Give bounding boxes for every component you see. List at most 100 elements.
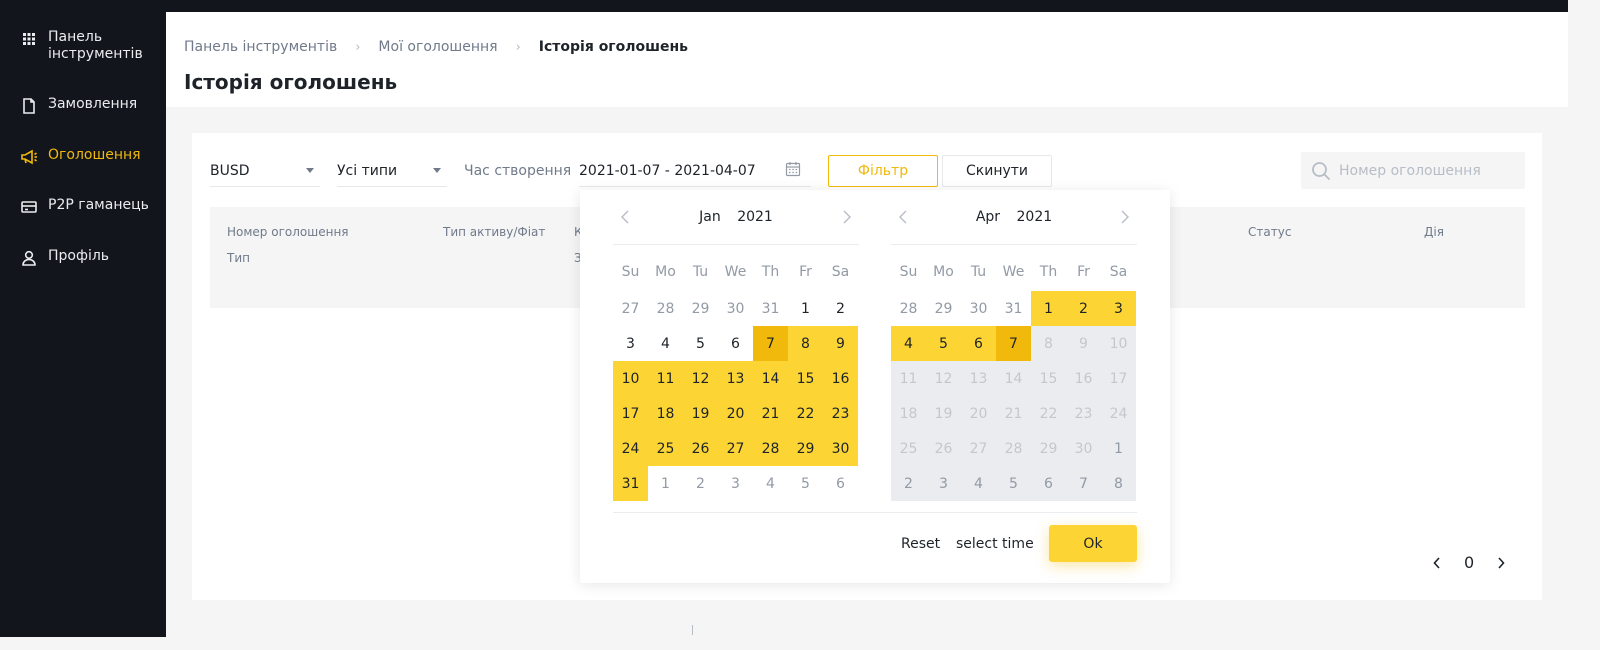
next-month-icon[interactable] bbox=[837, 204, 857, 230]
calendar-day[interactable]: 5 bbox=[683, 326, 718, 361]
calendar-day[interactable]: 1 bbox=[788, 291, 823, 326]
calendar-day[interactable]: 17 bbox=[613, 396, 648, 431]
breadcrumb-dashboard[interactable]: Панель інструментів bbox=[184, 39, 337, 55]
prev-page-icon[interactable] bbox=[1430, 556, 1444, 569]
calendar-day[interactable]: 21 bbox=[753, 396, 788, 431]
search-input[interactable] bbox=[1339, 162, 1509, 179]
calendar-day[interactable]: 5 bbox=[788, 466, 823, 501]
calendar-day[interactable]: 29 bbox=[683, 291, 718, 326]
calendar-day[interactable]: 2 bbox=[1066, 291, 1101, 326]
calendar-day[interactable]: 28 bbox=[648, 291, 683, 326]
select-time-button[interactable]: select time bbox=[956, 536, 1034, 552]
calendar-right-header: Apr 2021 bbox=[891, 204, 1137, 230]
sidebar-item-label: Замовлення bbox=[48, 96, 138, 112]
breadcrumb-my-ads[interactable]: Мої оголошення bbox=[378, 39, 497, 55]
calendar-day[interactable]: 3 bbox=[613, 326, 648, 361]
chevron-right-icon: › bbox=[515, 39, 521, 55]
calendar-day: 23 bbox=[1066, 396, 1101, 431]
calendar-day[interactable]: 15 bbox=[788, 361, 823, 396]
calendar-day[interactable]: 30 bbox=[961, 291, 996, 326]
calendar-day[interactable]: 12 bbox=[683, 361, 718, 396]
sidebar-item-orders[interactable]: Замовлення bbox=[20, 96, 137, 115]
page-header: Панель інструментів › Мої оголошення › І… bbox=[166, 12, 1568, 107]
calendar-day[interactable]: 29 bbox=[788, 431, 823, 466]
calendar-day[interactable]: 26 bbox=[683, 431, 718, 466]
calendar-day[interactable]: 3 bbox=[718, 466, 753, 501]
calendar-day: 24 bbox=[1101, 396, 1136, 431]
calendar-day[interactable]: 9 bbox=[823, 326, 858, 361]
calendar-day[interactable]: 6 bbox=[823, 466, 858, 501]
type-select[interactable]: Усі типи bbox=[337, 155, 447, 187]
calendar-day[interactable]: 14 bbox=[753, 361, 788, 396]
calendar-day[interactable]: 10 bbox=[613, 361, 648, 396]
calendar-day[interactable]: 11 bbox=[648, 361, 683, 396]
asset-select[interactable]: BUSD bbox=[210, 155, 320, 187]
date-range-picker: Jan 2021 Su Mo Tu We Th Fr Sa 27 28 29 30 31… bbox=[580, 190, 1170, 583]
date-range-input[interactable]: 2021-01-07 - 2021-04-07 bbox=[579, 155, 811, 187]
calendar-day[interactable]: 3 bbox=[1101, 291, 1136, 326]
calendar-day[interactable]: 5 bbox=[926, 326, 961, 361]
calendar-day[interactable]: 29 bbox=[926, 291, 961, 326]
chevron-right-icon: › bbox=[355, 39, 361, 55]
calendar-left-year[interactable]: 2021 bbox=[737, 209, 773, 225]
calendar-day[interactable]: 30 bbox=[718, 291, 753, 326]
calendar-day[interactable]: 7 bbox=[996, 326, 1031, 361]
calendar-day[interactable]: 23 bbox=[823, 396, 858, 431]
sidebar-item-p2p-wallet[interactable]: P2P гаманець bbox=[20, 197, 149, 216]
ok-button[interactable]: Ok bbox=[1049, 525, 1137, 562]
sidebar-item-profile[interactable]: Профіль bbox=[20, 248, 109, 267]
calendar-right-month[interactable]: Apr bbox=[976, 209, 1000, 225]
calendar-day[interactable]: 18 bbox=[648, 396, 683, 431]
reset-filters-button[interactable]: Скинути bbox=[942, 155, 1052, 187]
calendar-day[interactable]: 13 bbox=[718, 361, 753, 396]
calendar-day: 5 bbox=[996, 466, 1031, 501]
calendar-day[interactable]: 6 bbox=[961, 326, 996, 361]
picker-reset-button[interactable]: Reset bbox=[901, 536, 940, 552]
sidebar-item-dashboard[interactable]: Панель інструментів bbox=[20, 29, 158, 63]
calendar-day[interactable]: 19 bbox=[683, 396, 718, 431]
calendar-day[interactable]: 2 bbox=[683, 466, 718, 501]
divider bbox=[692, 625, 693, 635]
calendar-day[interactable]: 4 bbox=[891, 326, 926, 361]
calendar-left-month[interactable]: Jan bbox=[699, 209, 721, 225]
filter-button[interactable]: Фільтр bbox=[828, 155, 938, 187]
calendar-day[interactable]: 25 bbox=[648, 431, 683, 466]
calendar-day[interactable]: 28 bbox=[753, 431, 788, 466]
calendar-day: 17 bbox=[1101, 361, 1136, 396]
next-page-icon[interactable] bbox=[1494, 556, 1508, 569]
ad-number-search[interactable] bbox=[1301, 152, 1525, 189]
calendar-day[interactable]: 2 bbox=[823, 291, 858, 326]
calendar-day[interactable]: 27 bbox=[718, 431, 753, 466]
weekday: Th bbox=[1039, 264, 1058, 280]
calendar-day[interactable]: 31 bbox=[996, 291, 1031, 326]
next-month-icon[interactable] bbox=[1115, 204, 1135, 230]
pagination: 0 bbox=[1430, 553, 1508, 572]
calendar-day[interactable]: 16 bbox=[823, 361, 858, 396]
weekday: Th bbox=[761, 264, 780, 280]
calendar-day[interactable]: 20 bbox=[718, 396, 753, 431]
prev-month-icon[interactable] bbox=[615, 204, 635, 230]
calendar-day[interactable]: 1 bbox=[1031, 291, 1066, 326]
calendar-day[interactable]: 6 bbox=[718, 326, 753, 361]
calendar-day: 4 bbox=[961, 466, 996, 501]
calendar-day: 20 bbox=[961, 396, 996, 431]
calendar-right-year[interactable]: 2021 bbox=[1017, 209, 1053, 225]
calendar-day: 7 bbox=[1066, 466, 1101, 501]
weekday: Su bbox=[621, 264, 640, 280]
calendar-day[interactable]: 4 bbox=[648, 326, 683, 361]
calendar-day[interactable]: 7 bbox=[753, 326, 788, 361]
column-header-ad-number: Номер оголошення bbox=[227, 225, 349, 239]
sidebar-item-ads[interactable]: Оголошення bbox=[20, 147, 141, 166]
calendar-day[interactable]: 28 bbox=[891, 291, 926, 326]
creation-time-label: Час створення bbox=[464, 163, 572, 179]
calendar-day[interactable]: 31 bbox=[613, 466, 648, 501]
prev-month-icon[interactable] bbox=[893, 204, 913, 230]
calendar-day[interactable]: 4 bbox=[753, 466, 788, 501]
calendar-day[interactable]: 31 bbox=[753, 291, 788, 326]
calendar-day[interactable]: 22 bbox=[788, 396, 823, 431]
calendar-day[interactable]: 27 bbox=[613, 291, 648, 326]
calendar-day[interactable]: 8 bbox=[788, 326, 823, 361]
calendar-day[interactable]: 30 bbox=[823, 431, 858, 466]
calendar-day[interactable]: 24 bbox=[613, 431, 648, 466]
calendar-day[interactable]: 1 bbox=[648, 466, 683, 501]
